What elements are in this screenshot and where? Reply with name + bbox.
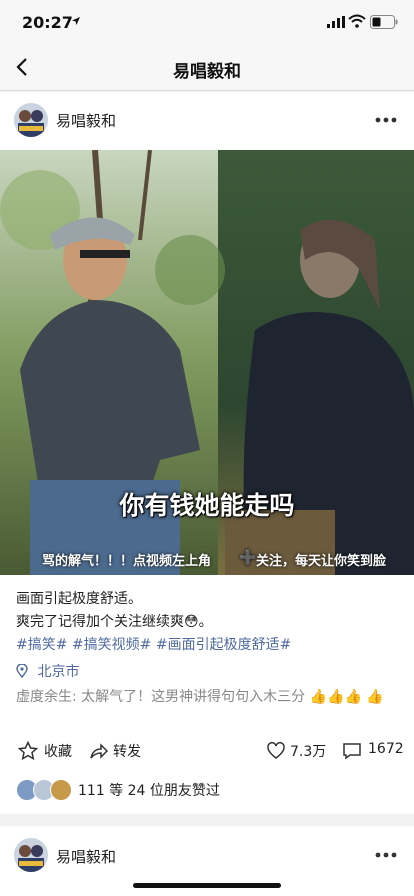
share-label: 转发 [113,744,141,760]
liked-by-row[interactable]: 111 等 24 位朋友赞过 [16,777,316,801]
hashtag-link[interactable]: #搞笑视频# [72,637,151,653]
share-arrow-icon [90,743,109,759]
heart-icon [267,742,285,759]
author-avatar[interactable] [14,838,48,872]
hashtag-link[interactable]: #画面引起极度舒适# [156,637,291,653]
ticker-text-2: 关注，每天让你笑到脸 [256,554,387,569]
plus-icon: ➕ [239,550,257,566]
share-button[interactable]: 转发 [89,741,141,761]
like-count: 7.3万 [290,744,327,760]
battery-icon [370,15,398,29]
avatar-image [14,838,48,872]
like-button[interactable]: 7.3万 [266,741,326,761]
avatar-image [14,103,48,137]
status-bar: 20:27 [0,0,414,46]
comment-button[interactable]: 1672 [342,741,404,760]
thumbs-up-icon: 👍👍👍 👍 [309,689,384,705]
map-pin-icon [16,663,28,679]
video-ticker: 骂的解气！！！点视频左上角 ➕ 关注，每天让你笑到脸 [0,547,414,571]
author-name[interactable]: 易唱毅和 [56,846,116,867]
ticker-text-1: 骂的解气！！！点视频左上角 [42,554,212,569]
collect-label: 收藏 [44,744,72,760]
post-text-line: 爽完了记得加个关注继续爽😳。 [16,614,213,630]
video-caption: 你有钱她能走吗 [119,491,295,520]
post-text-line: 画面引起极度舒适。 [16,591,142,607]
more-options-icon[interactable] [374,116,398,124]
more-options-icon[interactable] [374,851,398,859]
status-time: 20:27 [22,13,73,32]
location-text: 北京市 [37,664,80,680]
location-tag[interactable]: 北京市 [16,661,79,681]
friend-avatar [50,779,72,801]
post-tags: #搞笑# #搞笑视频# #画面引起极度舒适# [16,634,291,654]
location-arrow-icon [72,17,80,25]
author-name[interactable]: 易唱毅和 [56,110,116,131]
comment-user: 虚度余生: [16,689,77,705]
star-icon [18,741,38,761]
featured-comment[interactable]: 虚度余生: 太解气了！这男神讲得句句入木三分 👍👍👍 👍 [16,686,400,708]
collect-button[interactable]: 收藏 [18,741,72,761]
page-title: 易唱毅和 [173,62,241,82]
comment-count: 1672 [368,741,404,757]
author-avatar[interactable] [14,103,48,137]
cellular-signal-icon [327,16,345,28]
hashtag-link[interactable]: #搞笑# [16,637,67,653]
video-player[interactable]: 你有钱她能走吗 骂的解气！！！点视频左上角 ➕ 关注，每天让你笑到脸 [0,150,414,575]
comment-text: 太解气了！这男神讲得句句入木三分 [81,689,306,705]
wifi-icon [348,14,366,28]
comment-bubble-icon [343,743,361,760]
navigation-bar: 易唱毅和 [0,46,414,91]
liked-by-text: 111 等 24 位朋友赞过 [78,783,220,799]
home-indicator[interactable] [133,883,281,888]
